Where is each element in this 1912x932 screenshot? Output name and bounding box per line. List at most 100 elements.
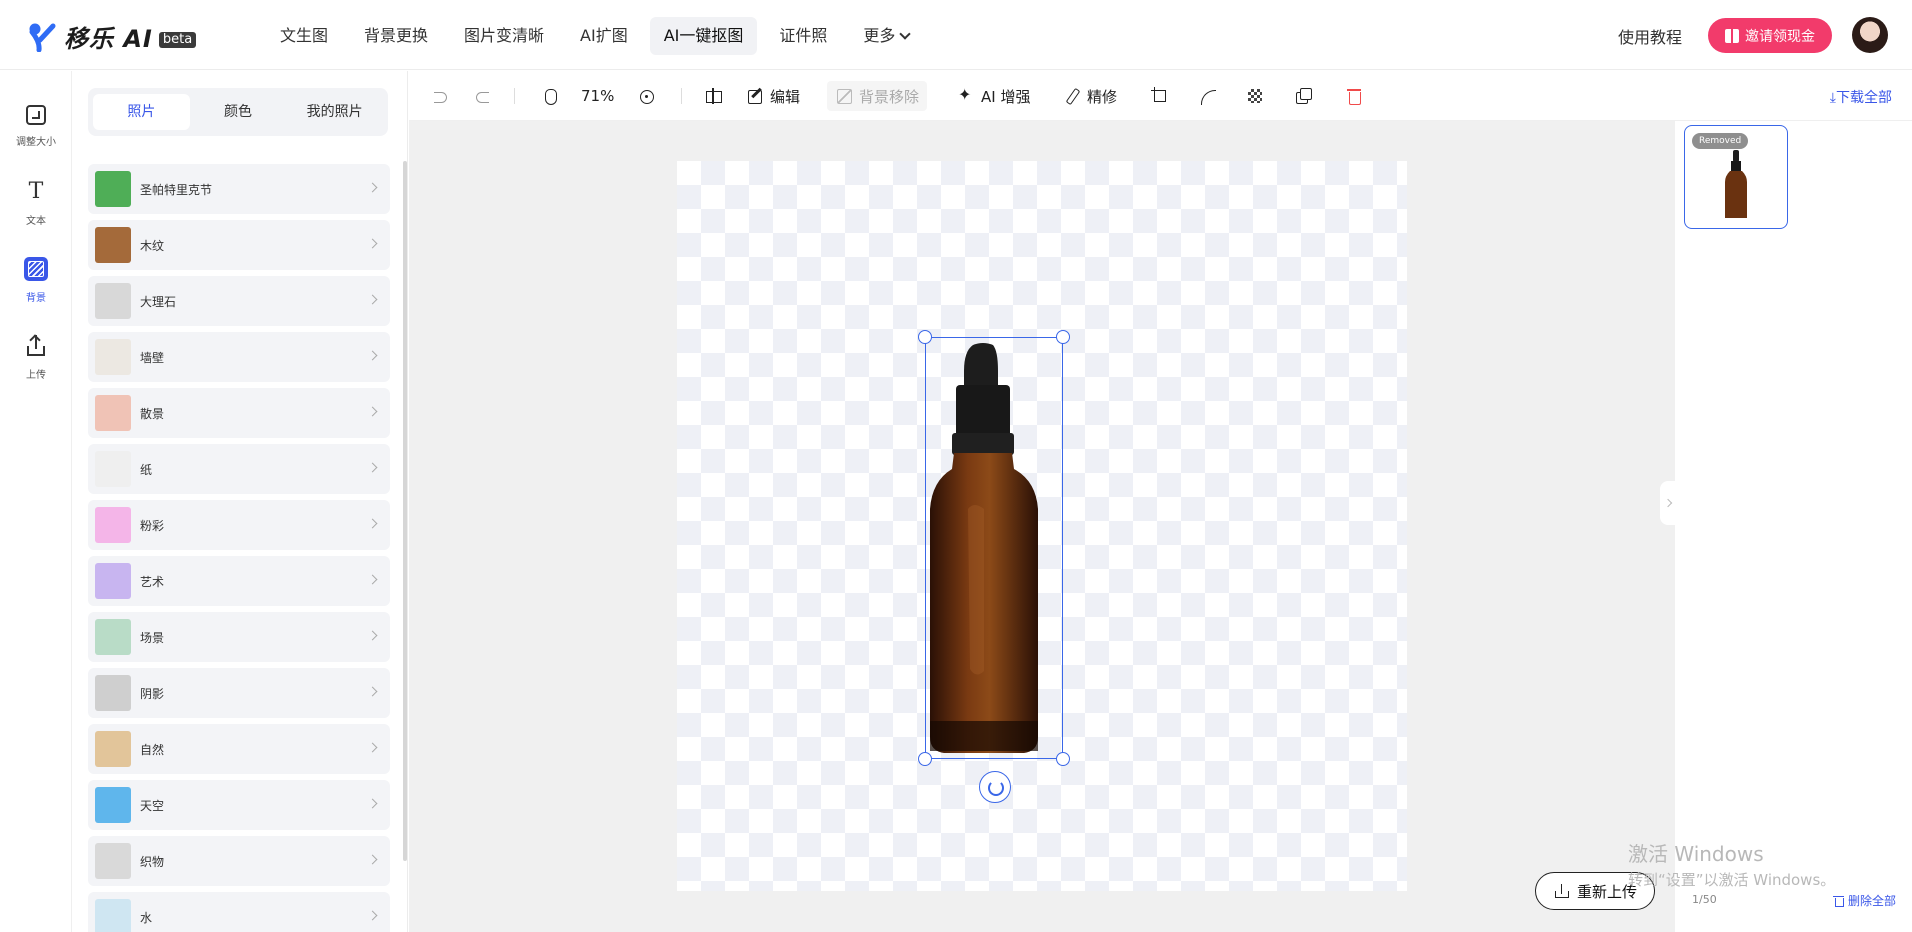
category-label: 自然 bbox=[140, 742, 165, 757]
nav-item-3[interactable]: 图片变清晰 bbox=[450, 17, 558, 55]
watermark-line-2: 转到“设置”以激活 Windows。 bbox=[1628, 871, 1836, 889]
nav-item-4[interactable]: AI扩图 bbox=[566, 17, 642, 55]
background-category-item[interactable]: 水 bbox=[88, 892, 390, 932]
background-category-item[interactable]: 场景 bbox=[88, 612, 390, 662]
background-icon bbox=[24, 257, 48, 281]
undo-button[interactable] bbox=[431, 81, 449, 111]
ai-enhance-button[interactable]: AI 增强 bbox=[957, 81, 1030, 111]
panel-tab-3[interactable]: 我的照片 bbox=[286, 94, 383, 130]
nav-item-1[interactable]: 文生图 bbox=[266, 17, 342, 55]
rail-label-upload: 上传 bbox=[26, 370, 46, 381]
chevron-right-icon bbox=[367, 574, 378, 585]
toolbar-divider bbox=[681, 88, 682, 104]
invite-label: 邀请领现金 bbox=[1745, 27, 1815, 44]
app-logo[interactable]: 移乐 AI beta bbox=[26, 18, 197, 54]
chevron-right-icon bbox=[367, 518, 378, 529]
category-label: 大理石 bbox=[140, 294, 177, 309]
flip-button[interactable] bbox=[704, 81, 722, 111]
chevron-right-icon bbox=[367, 238, 378, 249]
refine-button[interactable]: 精修 bbox=[1063, 81, 1117, 111]
category-thumbnail bbox=[95, 563, 131, 599]
refine-label: 精修 bbox=[1087, 87, 1118, 106]
transparent-canvas[interactable] bbox=[677, 161, 1407, 891]
eraser-icon bbox=[835, 87, 853, 105]
chevron-right-icon bbox=[367, 686, 378, 697]
nav-item-2[interactable]: 背景更换 bbox=[350, 17, 442, 55]
resize-handle-top-left[interactable] bbox=[918, 330, 932, 344]
category-thumbnail bbox=[95, 507, 131, 543]
nav-item-6[interactable]: 证件照 bbox=[765, 17, 841, 55]
duplicate-button[interactable] bbox=[1294, 81, 1312, 111]
category-label: 织物 bbox=[140, 854, 165, 869]
upload-icon bbox=[1553, 882, 1571, 900]
category-label: 天空 bbox=[140, 798, 165, 813]
top-nav-bar: 移乐 AI beta 文生图 背景更换 图片变清晰 AI扩图 AI一键抠图 证件照 更多 使… bbox=[0, 0, 1912, 70]
delete-all-link[interactable]: 删除全部 bbox=[1832, 892, 1896, 909]
crop-button[interactable] bbox=[1151, 81, 1169, 111]
fit-center-button[interactable] bbox=[637, 81, 655, 111]
user-avatar[interactable] bbox=[1852, 17, 1888, 53]
background-category-item[interactable]: 大理石 bbox=[88, 276, 390, 326]
resize-handle-bottom-left[interactable] bbox=[918, 752, 932, 766]
collapse-panel-toggle[interactable] bbox=[1660, 481, 1676, 525]
category-thumbnail bbox=[95, 395, 131, 431]
crosshair-icon bbox=[637, 87, 655, 105]
category-thumbnail bbox=[95, 619, 131, 655]
image-thumbnail-card[interactable]: Removed bbox=[1684, 125, 1788, 229]
background-category-item[interactable]: 墙壁 bbox=[88, 332, 390, 382]
remove-background-button[interactable]: 背景移除 bbox=[827, 81, 928, 111]
background-category-item[interactable]: 纸 bbox=[88, 444, 390, 494]
edit-button[interactable]: 编辑 bbox=[746, 81, 800, 111]
panel-tab-2[interactable]: 颜色 bbox=[190, 94, 287, 130]
background-category-item[interactable]: 天空 bbox=[88, 780, 390, 830]
background-category-item[interactable]: 织物 bbox=[88, 836, 390, 886]
download-all-link[interactable]: ⤓下载全部 bbox=[1830, 87, 1892, 107]
background-category-item[interactable]: 粉彩 bbox=[88, 500, 390, 550]
trash-icon bbox=[1345, 87, 1363, 105]
nav-item-5[interactable]: AI一键抠图 bbox=[649, 17, 758, 55]
chevron-right-icon bbox=[367, 182, 378, 193]
category-thumbnail bbox=[95, 339, 131, 375]
undo-icon bbox=[431, 87, 449, 105]
delete-button[interactable] bbox=[1345, 81, 1363, 111]
resize-handle-bottom-right[interactable] bbox=[1056, 752, 1070, 766]
rotate-handle[interactable] bbox=[979, 771, 1011, 803]
invite-cash-button[interactable]: 邀请领现金 bbox=[1708, 18, 1832, 53]
chevron-right-icon bbox=[367, 742, 378, 753]
logo-name: 移乐 AI bbox=[64, 24, 153, 53]
tutorial-link[interactable]: 使用教程 bbox=[1618, 24, 1682, 48]
nav-item-7[interactable]: 更多 bbox=[849, 17, 923, 55]
resize-handle-top-right[interactable] bbox=[1056, 330, 1070, 344]
category-thumbnail bbox=[95, 731, 131, 767]
chevron-right-icon bbox=[367, 854, 378, 865]
selection-box[interactable] bbox=[925, 337, 1063, 759]
rail-item-background[interactable]: 背景 bbox=[0, 257, 72, 321]
panel-scrollbar[interactable] bbox=[403, 161, 407, 861]
corner-radius-button[interactable] bbox=[1198, 81, 1216, 111]
pan-button[interactable] bbox=[541, 81, 559, 111]
rail-label-resize: 调整大小 bbox=[16, 137, 56, 148]
brush-icon bbox=[1063, 87, 1081, 105]
panel-tab-1[interactable]: 照片 bbox=[93, 94, 190, 130]
background-category-item[interactable]: 阴影 bbox=[88, 668, 390, 718]
nav-item-label: 图片变清晰 bbox=[464, 26, 545, 45]
category-label: 散景 bbox=[140, 406, 165, 421]
background-category-item[interactable]: 散景 bbox=[88, 388, 390, 438]
checkerboard-icon bbox=[1248, 89, 1262, 103]
background-category-item[interactable]: 自然 bbox=[88, 724, 390, 774]
rail-item-resize[interactable]: 调整大小 bbox=[0, 103, 72, 167]
chevron-right-icon bbox=[367, 294, 378, 305]
background-category-item[interactable]: 木纹 bbox=[88, 220, 390, 270]
rail-item-upload[interactable]: 上传 bbox=[0, 334, 72, 398]
beta-badge: beta bbox=[158, 32, 197, 48]
transparency-button[interactable] bbox=[1246, 81, 1264, 111]
background-category-item[interactable]: 艺术 bbox=[88, 556, 390, 606]
background-category-item[interactable]: 圣帕特里克节 bbox=[88, 164, 390, 214]
rail-item-text[interactable]: T 文本 bbox=[0, 180, 72, 244]
chevron-right-icon bbox=[367, 406, 378, 417]
zoom-level[interactable]: 71% bbox=[581, 81, 614, 111]
hand-icon bbox=[541, 87, 559, 105]
chevron-right-icon bbox=[367, 798, 378, 809]
canvas-workspace: 重新上传 bbox=[409, 121, 1676, 932]
redo-button[interactable] bbox=[473, 81, 491, 111]
